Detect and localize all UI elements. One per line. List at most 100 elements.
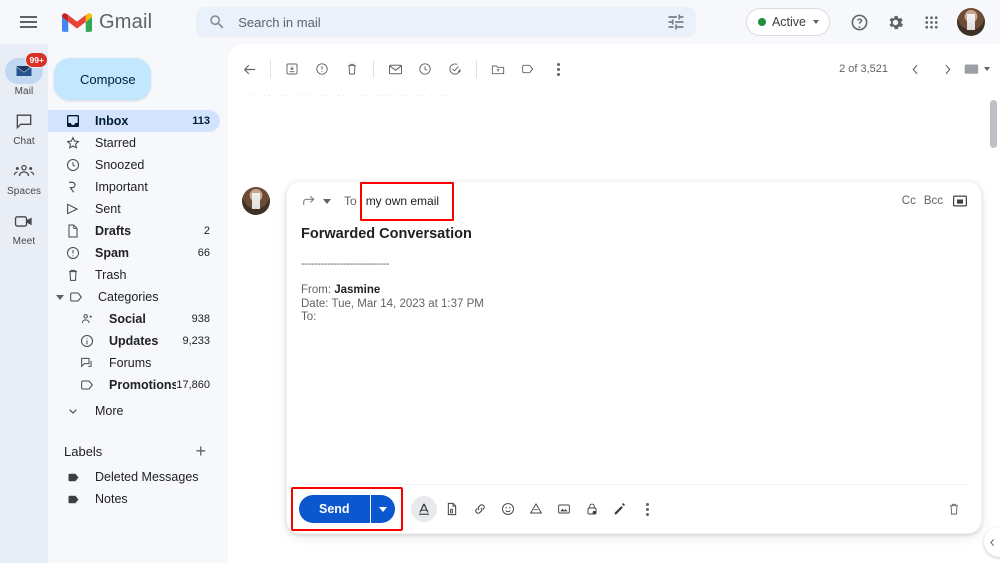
rail-item-chat[interactable]: Chat <box>1 104 47 150</box>
compose-card: To Cc Bcc <box>286 181 982 534</box>
draft-icon <box>64 222 82 240</box>
back-arrow-icon <box>241 61 258 78</box>
compose-body[interactable]: Forwarded Conversation -----------------… <box>287 220 981 484</box>
move-to-button[interactable] <box>483 54 513 84</box>
archive-button[interactable] <box>277 54 307 84</box>
label-icon <box>64 490 82 508</box>
discard-draft-button[interactable] <box>941 496 967 522</box>
label-button[interactable] <box>513 54 543 84</box>
quote-from-prefix: From: <box>301 284 334 296</box>
truncated-thread-text: ·· ·· ··· ···· ···· ··· ···· ········ ··… <box>250 90 448 100</box>
forward-arrow-icon[interactable] <box>301 193 317 209</box>
sidebar-count-drafts: 2 <box>204 225 210 237</box>
sidebar-item-social[interactable]: Social 938 <box>48 308 220 330</box>
mark-unread-button[interactable] <box>380 54 410 84</box>
compose-button[interactable]: Compose <box>54 58 151 100</box>
snooze-button[interactable] <box>410 54 440 84</box>
mail-unread-badge: 99+ <box>25 52 48 68</box>
keyboard-shortcuts-button[interactable] <box>964 54 990 84</box>
account-button[interactable] <box>954 5 988 39</box>
to-field[interactable] <box>362 190 448 212</box>
popout-icon[interactable] <box>951 192 969 210</box>
sidebar-item-categories[interactable]: Categories <box>48 286 220 308</box>
compose-footer: Send <box>287 485 981 533</box>
trash-icon <box>946 501 962 517</box>
add-to-tasks-icon <box>447 61 463 77</box>
insert-drive-button[interactable] <box>523 496 549 522</box>
more-options-button[interactable] <box>543 54 573 84</box>
help-button[interactable] <box>842 5 876 39</box>
sidebar-label-promotions: Promotions <box>109 378 176 392</box>
quote-from-name: Jasmine <box>334 284 380 296</box>
sidebar-label-spam: Spam <box>95 246 129 260</box>
sidebar-item-promotions[interactable]: Promotions 17,860 <box>48 374 220 396</box>
insert-link-button[interactable] <box>467 496 493 522</box>
sidebar-item-notes[interactable]: Notes <box>48 488 220 510</box>
format-text-button[interactable] <box>411 496 437 522</box>
sidebar-item-spam[interactable]: Spam 66 <box>48 242 220 264</box>
to-input[interactable] <box>366 194 444 208</box>
main-scrollbar[interactable] <box>990 100 997 148</box>
rail-item-meet[interactable]: Meet <box>1 204 47 250</box>
confidential-mode-button[interactable] <box>579 496 605 522</box>
delete-button[interactable] <box>337 54 367 84</box>
attach-file-button[interactable] <box>439 496 465 522</box>
previous-button[interactable] <box>900 54 930 84</box>
insert-emoji-button[interactable] <box>495 496 521 522</box>
chevron-down-icon[interactable] <box>323 199 331 204</box>
insert-emoji-icon <box>500 501 516 517</box>
status-chip[interactable]: Active <box>746 8 830 36</box>
sidebar-item-starred[interactable]: Starred <box>48 132 220 154</box>
settings-button[interactable] <box>878 5 912 39</box>
bcc-button[interactable]: Bcc <box>924 195 943 207</box>
sidebar-item-trash[interactable]: Trash <box>48 264 220 286</box>
tag-icon <box>67 288 85 306</box>
cc-button[interactable]: Cc <box>902 195 916 207</box>
chevron-down-icon <box>56 295 64 300</box>
search-bar[interactable] <box>196 7 696 37</box>
rail-item-spaces[interactable]: Spaces <box>1 154 47 200</box>
gmail-brand[interactable]: Gmail <box>62 11 152 34</box>
chevron-left-icon <box>987 537 998 548</box>
insert-signature-button[interactable] <box>607 496 633 522</box>
chevron-down-icon <box>813 20 819 24</box>
insert-photo-icon <box>556 501 572 517</box>
search-input[interactable] <box>238 15 666 30</box>
confidential-mode-icon <box>584 501 600 517</box>
next-button[interactable] <box>932 54 962 84</box>
insert-link-icon <box>472 501 488 517</box>
chat-icon <box>14 111 34 131</box>
sidebar-item-sent[interactable]: Sent <box>48 198 220 220</box>
back-button[interactable] <box>234 54 264 84</box>
google-apps-button[interactable] <box>914 5 948 39</box>
send-options-button[interactable] <box>371 495 395 523</box>
insert-photo-button[interactable] <box>551 496 577 522</box>
add-to-tasks-button[interactable] <box>440 54 470 84</box>
sidebar-item-inbox[interactable]: Inbox 113 <box>48 110 220 132</box>
sidebar-item-more[interactable]: More <box>48 400 220 422</box>
brand-name: Gmail <box>99 11 152 34</box>
report-spam-button[interactable] <box>307 54 337 84</box>
compose-header-right: Cc Bcc <box>902 192 969 210</box>
send-button[interactable]: Send <box>299 495 370 523</box>
clock-icon <box>64 156 82 174</box>
send-icon <box>64 200 82 218</box>
plus-icon[interactable]: + <box>195 442 206 460</box>
compose-sender-avatar <box>242 187 270 534</box>
sidebar-item-drafts[interactable]: Drafts 2 <box>48 220 220 242</box>
sidebar-item-forums[interactable]: Forums <box>48 352 220 374</box>
chevron-down-icon <box>379 507 387 512</box>
sidebar-item-snoozed[interactable]: Snoozed <box>48 154 220 176</box>
search-options-icon[interactable] <box>666 12 686 32</box>
rail-item-mail[interactable]: 99+ Mail <box>1 54 47 100</box>
main-menu-icon[interactable] <box>8 2 48 42</box>
help-icon <box>850 13 869 32</box>
sidebar-item-deleted-messages[interactable]: Deleted Messages <box>48 466 220 488</box>
rail-icon-box: 99+ <box>5 58 43 84</box>
compose-more-options-button[interactable] <box>635 496 661 522</box>
folder-list: Inbox 113 Starred Snoozed <box>48 110 228 510</box>
more-options-icon <box>646 503 649 516</box>
sidebar-item-updates[interactable]: Updates 9,233 <box>48 330 220 352</box>
sidebar-item-important[interactable]: Important <box>48 176 220 198</box>
compose-tools <box>411 496 661 522</box>
